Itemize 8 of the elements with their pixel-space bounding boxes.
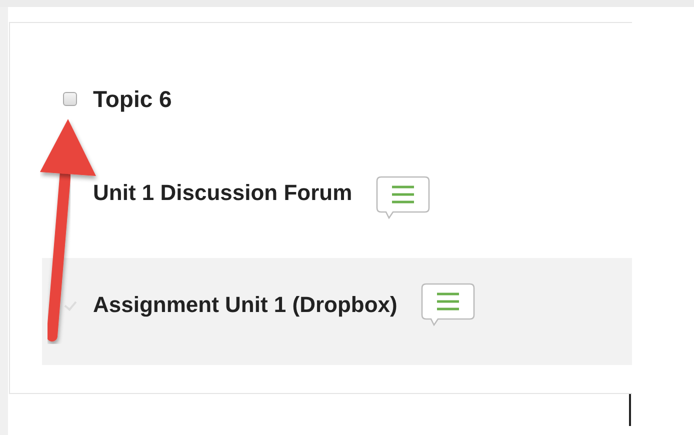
checkbox[interactable] (63, 92, 77, 106)
comment-icon[interactable] (421, 282, 476, 326)
item-link[interactable]: Assignment Unit 1 (Dropbox) (93, 292, 398, 318)
item-link[interactable]: Unit 1 Discussion Forum (93, 180, 352, 206)
text-cursor (629, 394, 631, 426)
highlighted-row[interactable]: Assignment Unit 1 (Dropbox) (42, 258, 632, 365)
topic-title: Topic 6 (93, 86, 172, 112)
comment-icon[interactable] (376, 176, 430, 220)
